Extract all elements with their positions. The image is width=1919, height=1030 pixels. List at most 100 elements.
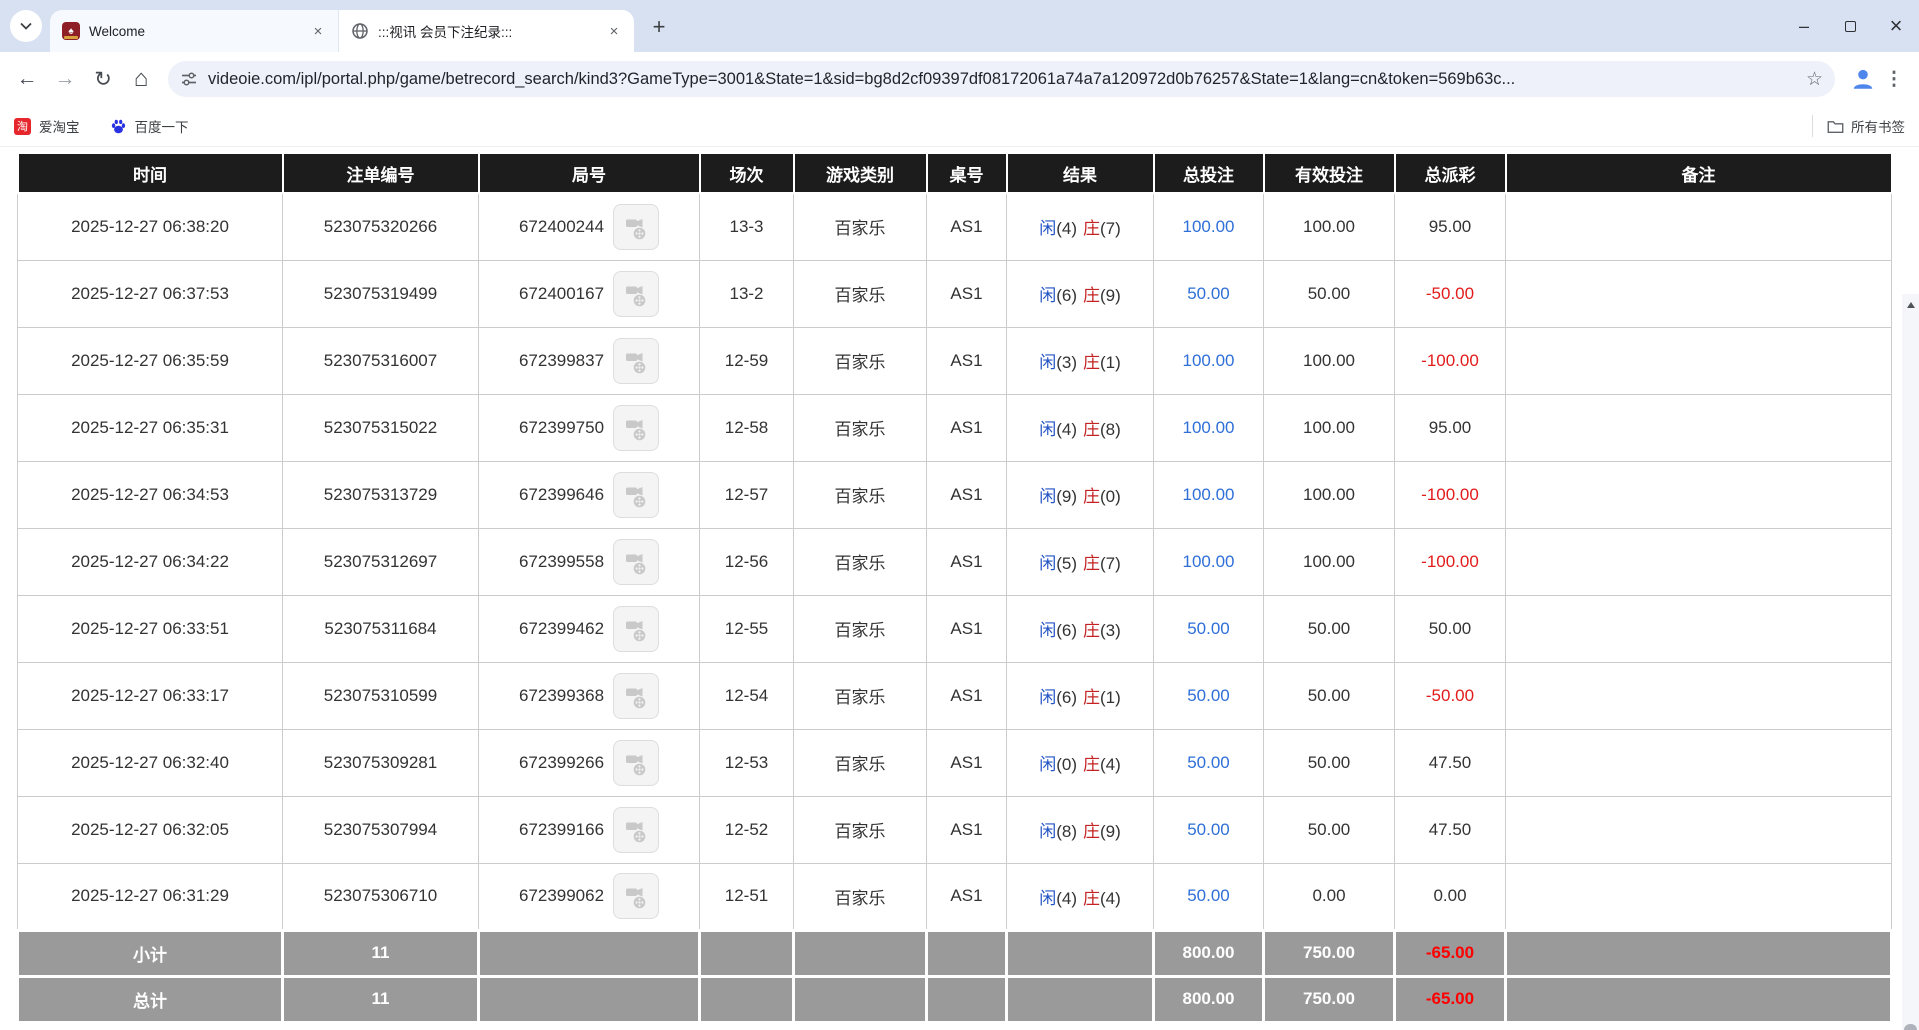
tab-close-button[interactable]: × xyxy=(308,21,328,41)
video-replay-button[interactable] xyxy=(613,672,660,719)
cell-valid-bet: 50.00 xyxy=(1263,661,1395,730)
maximize-button[interactable] xyxy=(1827,8,1873,44)
table-row: 2025-12-27 06:37:53 523075319499 6724001… xyxy=(17,259,1892,328)
forward-button[interactable]: → xyxy=(46,60,84,98)
subtotal-payout: -65.00 xyxy=(1393,928,1507,978)
browser-menu-button[interactable]: ⋮ xyxy=(1879,64,1909,94)
cell-note xyxy=(1505,259,1892,328)
tab-bet-record[interactable]: :::视讯 会员下注纪录::: × xyxy=(338,10,634,52)
result-player: 闲 xyxy=(1039,755,1057,774)
cell-round: 672400244 xyxy=(478,192,700,261)
video-replay-button[interactable] xyxy=(613,873,660,919)
bet-record-table: 时间 注单编号 局号 场次 游戏类别 桌号 结果 总投注 有效投注 总派彩 备注 2025-12-2… xyxy=(16,152,1893,1024)
cell-bet-id: 523075319499 xyxy=(282,259,479,328)
cell-session: 12-57 xyxy=(699,460,794,529)
bookmark-aitaobao[interactable]: 淘 爱淘宝 xyxy=(14,116,80,136)
result-player: 闲 xyxy=(1039,554,1057,573)
all-bookmarks-button[interactable]: 所有书签 xyxy=(1812,115,1905,137)
cell-time: 2025-12-27 06:31:29 xyxy=(17,862,283,931)
subtotal-label: 小计 xyxy=(16,928,284,978)
cell-payout: -50.00 xyxy=(1394,661,1506,730)
url-text: videoie.com/ipl/portal.php/game/betrecor… xyxy=(208,69,1516,88)
round-number: 672399750 xyxy=(518,417,605,437)
reload-button[interactable]: ↻ xyxy=(84,60,122,98)
cell-result: 闲(6) 庄(3) xyxy=(1006,594,1154,663)
round-number: 672399368 xyxy=(518,685,605,705)
cell-session: 12-56 xyxy=(699,527,794,596)
bookmark-label: 爱淘宝 xyxy=(39,120,80,135)
video-replay-button[interactable] xyxy=(613,337,660,384)
home-button[interactable]: ⌂ xyxy=(122,60,160,98)
cell-note xyxy=(1505,661,1892,730)
video-record-icon xyxy=(626,620,646,641)
bookmark-star-button[interactable]: ☆ xyxy=(1806,68,1823,91)
cell-payout: -100.00 xyxy=(1394,460,1506,529)
cell-round: 672399462 xyxy=(478,594,700,663)
cell-valid-bet: 100.00 xyxy=(1263,527,1395,596)
scroll-up-icon xyxy=(1906,301,1915,308)
cell-time: 2025-12-27 06:38:20 xyxy=(17,192,283,261)
table-row: 2025-12-27 06:35:31 523075315022 6723997… xyxy=(17,393,1892,462)
video-replay-button[interactable] xyxy=(613,605,660,652)
result-banker: 庄 xyxy=(1083,621,1100,640)
minimize-button[interactable]: – xyxy=(1781,8,1827,44)
video-replay-button[interactable] xyxy=(613,739,660,786)
subtotal-count: 11 xyxy=(281,928,480,978)
profile-avatar-icon xyxy=(1853,69,1873,89)
tab-close-button[interactable]: × xyxy=(604,21,624,41)
cell-round: 672399837 xyxy=(478,326,700,395)
cell-result: 闲(6) 庄(9) xyxy=(1006,259,1154,328)
maximize-icon xyxy=(1844,20,1856,32)
site-settings-icon[interactable] xyxy=(180,70,198,88)
tab-title: :::视讯 会员下注纪录::: xyxy=(378,25,513,40)
cell-bet-id: 523075307994 xyxy=(282,795,479,864)
new-tab-button[interactable]: + xyxy=(644,12,674,42)
cell-session: 13-2 xyxy=(699,259,794,328)
bookmarks-bar: 淘 爱淘宝 百度一下 所有书签 xyxy=(0,106,1919,147)
back-button[interactable]: ← xyxy=(8,60,46,98)
cell-game-type: 百家乐 xyxy=(793,393,927,462)
round-number: 672400167 xyxy=(518,283,605,303)
cell-total-bet: 50.00 xyxy=(1153,259,1264,328)
address-bar[interactable]: videoie.com/ipl/portal.php/game/betrecor… xyxy=(168,61,1835,97)
cell-result: 闲(4) 庄(4) xyxy=(1006,862,1154,931)
tab-search-chevron-button[interactable] xyxy=(10,10,42,42)
cell-bet-id: 523075315022 xyxy=(282,393,479,462)
bookmark-baidu[interactable]: 百度一下 xyxy=(110,116,189,136)
cell-round: 672399368 xyxy=(478,661,700,730)
video-replay-button[interactable] xyxy=(613,270,660,317)
vertical-scrollbar[interactable] xyxy=(1902,294,1919,1030)
video-replay-button[interactable] xyxy=(613,538,660,585)
cell-valid-bet: 50.00 xyxy=(1263,259,1395,328)
close-window-button[interactable]: × xyxy=(1873,8,1919,44)
globe-favicon-icon xyxy=(351,22,369,40)
cell-result: 闲(9) 庄(0) xyxy=(1006,460,1154,529)
round-number: 672399646 xyxy=(518,484,605,504)
video-replay-button[interactable] xyxy=(613,203,660,250)
tab-welcome[interactable]: ♠ Welcome × xyxy=(50,10,338,52)
cell-game-type: 百家乐 xyxy=(793,661,927,730)
video-replay-button[interactable] xyxy=(613,404,660,451)
column-header: 场次 xyxy=(698,152,795,194)
cell-game-type: 百家乐 xyxy=(793,527,927,596)
video-replay-button[interactable] xyxy=(613,806,660,853)
scrollbar-thumb[interactable] xyxy=(1904,1024,1917,1030)
cell-valid-bet: 50.00 xyxy=(1263,728,1395,797)
table-row: 2025-12-27 06:34:53 523075313729 6723996… xyxy=(17,460,1892,529)
cell-time: 2025-12-27 06:34:22 xyxy=(17,527,283,596)
cell-note xyxy=(1505,192,1892,261)
cell-table-no: AS1 xyxy=(926,594,1007,663)
baidu-paw-icon xyxy=(110,118,127,135)
column-header: 时间 xyxy=(16,152,284,194)
video-replay-button[interactable] xyxy=(613,471,660,518)
scroll-up-button[interactable] xyxy=(1902,296,1919,313)
browser-toolbar: ← → ↻ ⌂ videoie.com/ipl/portal.php/game/… xyxy=(0,52,1919,106)
result-banker: 庄 xyxy=(1083,688,1100,707)
cell-valid-bet: 100.00 xyxy=(1263,326,1395,395)
cell-table-no: AS1 xyxy=(926,661,1007,730)
result-player: 闲 xyxy=(1039,353,1057,372)
cell-payout: -50.00 xyxy=(1394,259,1506,328)
video-record-icon xyxy=(626,888,646,909)
cell-game-type: 百家乐 xyxy=(793,728,927,797)
profile-avatar-button[interactable] xyxy=(1847,63,1879,95)
